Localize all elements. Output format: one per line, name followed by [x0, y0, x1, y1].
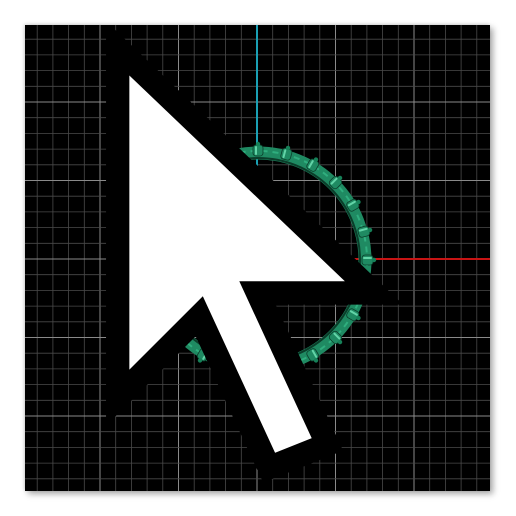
app-window: [0, 0, 516, 516]
3d-viewport[interactable]: [25, 25, 490, 491]
arrow-cursor-icon: [106, 25, 404, 483]
